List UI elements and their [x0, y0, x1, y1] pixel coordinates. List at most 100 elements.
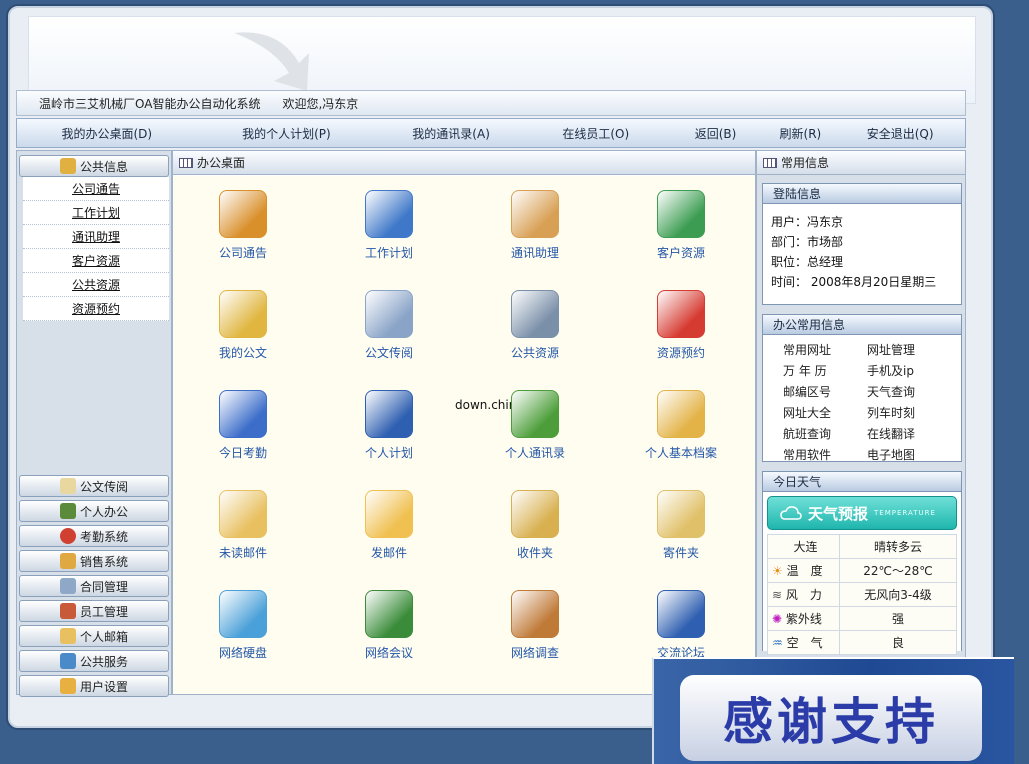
office-link[interactable]: 航班查询: [783, 425, 867, 442]
menu-contacts[interactable]: 我的通讯录(A): [376, 125, 526, 142]
air-drop-icon: ♒: [772, 636, 783, 650]
office-link[interactable]: 手机及ip: [867, 362, 951, 379]
desktop-icons-area: down.chinaz.com 公司通告 工作计划 通讯助理 客户资源 我的公文 公文传阅…: [173, 176, 755, 694]
app-network-disk[interactable]: 网络硬盘: [183, 590, 303, 661]
app-inbox[interactable]: 收件夹: [475, 490, 595, 561]
section-label: 合同管理: [79, 579, 128, 594]
app-personal-plan[interactable]: 个人计划: [329, 390, 449, 461]
app-web-survey[interactable]: 网络调查: [475, 590, 595, 661]
personal-plan-icon: [365, 390, 413, 438]
weather-value: 强: [839, 606, 957, 631]
sidebar-section-attendance[interactable]: 考勤系统: [19, 525, 169, 547]
weather-label: 紫外线: [785, 612, 822, 626]
menu-my-plan[interactable]: 我的个人计划(P): [197, 125, 377, 142]
login-position: 职位：总经理: [771, 255, 844, 269]
office-link[interactable]: 电子地图: [867, 446, 951, 463]
office-links-title: 办公常用信息: [763, 315, 961, 335]
arrow-decoration-icon: [234, 32, 309, 91]
app-web-meeting[interactable]: 网络会议: [329, 590, 449, 661]
sidebar-item-company-notice[interactable]: 公司通告: [23, 177, 169, 201]
sidebar-section-mailbox[interactable]: 个人邮箱: [19, 625, 169, 647]
desktop-panel: 办公桌面 down.chinaz.com 公司通告 工作计划 通讯助理 客户资源 我的公…: [172, 150, 756, 695]
login-dept: 部门：市场部: [771, 235, 844, 249]
service-icon: [59, 653, 76, 669]
section-label: 销售系统: [79, 554, 128, 569]
sidebar-item-resource-booking[interactable]: 资源预约: [23, 297, 169, 321]
weather-row-air: ♒ 空 气 良: [767, 630, 957, 655]
sidebar-section-contracts[interactable]: 合同管理: [19, 575, 169, 597]
sidebar-section-documents[interactable]: 公文传阅: [19, 475, 169, 497]
app-customer-resources[interactable]: 客户资源: [621, 190, 741, 261]
clock-icon: [59, 528, 76, 544]
office-link[interactable]: 常用网址: [783, 341, 867, 358]
app-contact-assistant[interactable]: 通讯助理: [475, 190, 595, 261]
office-link[interactable]: 在线翻译: [867, 425, 951, 442]
company-notice-icon: [219, 190, 267, 238]
sidebar-section-public-info[interactable]: 公共信息: [19, 155, 169, 177]
weather-title: 今日天气: [763, 472, 961, 492]
system-name: 温岭市三艾机械厂OA智能办公自动化系统: [39, 96, 261, 111]
sun-icon: ☀: [772, 564, 783, 578]
weather-banner-label: 天气预报: [808, 504, 869, 523]
menu-logout[interactable]: 安全退出(Q): [835, 125, 965, 142]
cloud-icon: [780, 506, 802, 520]
office-link[interactable]: 常用软件: [783, 446, 867, 463]
app-label: 发邮件: [370, 546, 407, 560]
grid-icon: [763, 157, 777, 168]
sidebar-section-personal-office[interactable]: 个人办公: [19, 500, 169, 522]
app-sent-box[interactable]: 寄件夹: [621, 490, 741, 561]
office-link[interactable]: 天气查询: [867, 383, 951, 400]
office-link[interactable]: 列车时刻: [867, 404, 951, 421]
app-resource-booking[interactable]: 资源预约: [621, 290, 741, 361]
menu-my-desktop[interactable]: 我的办公桌面(D): [17, 125, 197, 142]
app-work-plan[interactable]: 工作计划: [329, 190, 449, 261]
weather-box: 今日天气 天气预报 TEMPERATURE 大连 晴转多云 ☀ 温 度 22℃～28…: [762, 471, 962, 655]
app-my-documents[interactable]: 我的公文: [183, 290, 303, 361]
login-time: 时间： 2008年8月20日星期三: [771, 275, 937, 289]
app-personal-contacts[interactable]: 个人通讯录: [475, 390, 595, 461]
office-link[interactable]: 邮编区号: [783, 383, 867, 400]
customer-resources-icon: [657, 190, 705, 238]
sidebar-section-staff[interactable]: 员工管理: [19, 600, 169, 622]
contact-assistant-icon: [511, 190, 559, 238]
menu-online-staff[interactable]: 在线员工(O): [526, 125, 666, 142]
app-today-attendance[interactable]: 今日考勤: [183, 390, 303, 461]
app-personal-profile[interactable]: 个人基本档案: [621, 390, 741, 461]
app-unread-mail[interactable]: 未读邮件: [183, 490, 303, 561]
app-label: 个人计划: [364, 446, 413, 460]
weather-value: 无风向3-4级: [839, 582, 957, 607]
office-link[interactable]: 网址管理: [867, 341, 951, 358]
desktop-panel-header: 办公桌面: [173, 151, 755, 175]
app-forum[interactable]: 交流论坛: [621, 590, 741, 661]
my-documents-icon: [219, 290, 267, 338]
login-info-title: 登陆信息: [763, 184, 961, 204]
office-link[interactable]: 万 年 历: [783, 362, 867, 379]
app-label: 今日考勤: [218, 446, 267, 460]
menu-back[interactable]: 返回(B): [666, 125, 766, 142]
weather-row-uv: ✺ 紫外线 强: [767, 606, 957, 631]
sidebar-section-sales[interactable]: 销售系统: [19, 550, 169, 572]
office-link[interactable]: 网址大全: [783, 404, 867, 421]
sidebar-item-customers[interactable]: 客户资源: [23, 249, 169, 273]
sidebar-section-public-service[interactable]: 公共服务: [19, 650, 169, 672]
app-public-resources[interactable]: 公共资源: [475, 290, 595, 361]
personal-profile-icon: [657, 390, 705, 438]
app-document-circulation[interactable]: 公文传阅: [329, 290, 449, 361]
weather-label: 风 力: [785, 588, 822, 602]
sidebar-item-contact-assistant[interactable]: 通讯助理: [23, 225, 169, 249]
office-links-box: 办公常用信息 常用网址 网址管理万 年 历手机及ip 邮编区号 天气查询 网址大全 列车时…: [762, 314, 962, 462]
menu-refresh[interactable]: 刷新(R): [765, 125, 835, 142]
app-company-notice[interactable]: 公司通告: [183, 190, 303, 261]
settings-icon: [59, 678, 76, 694]
app-send-mail[interactable]: 发邮件: [329, 490, 449, 561]
users-icon: [59, 603, 76, 619]
app-label: 网络硬盘: [218, 646, 267, 660]
panel-title: 办公桌面: [197, 156, 246, 170]
welcome-text: 欢迎您,冯东京: [282, 96, 359, 111]
sidebar-section-user-settings[interactable]: 用户设置: [19, 675, 169, 697]
sidebar-item-work-plan[interactable]: 工作计划: [23, 201, 169, 225]
app-label: 收件夹: [516, 546, 553, 560]
sidebar-item-public-resources[interactable]: 公共资源: [23, 273, 169, 297]
weather-forecast-button[interactable]: 天气预报 TEMPERATURE: [767, 496, 957, 530]
section-label: 公共信息: [79, 159, 128, 174]
